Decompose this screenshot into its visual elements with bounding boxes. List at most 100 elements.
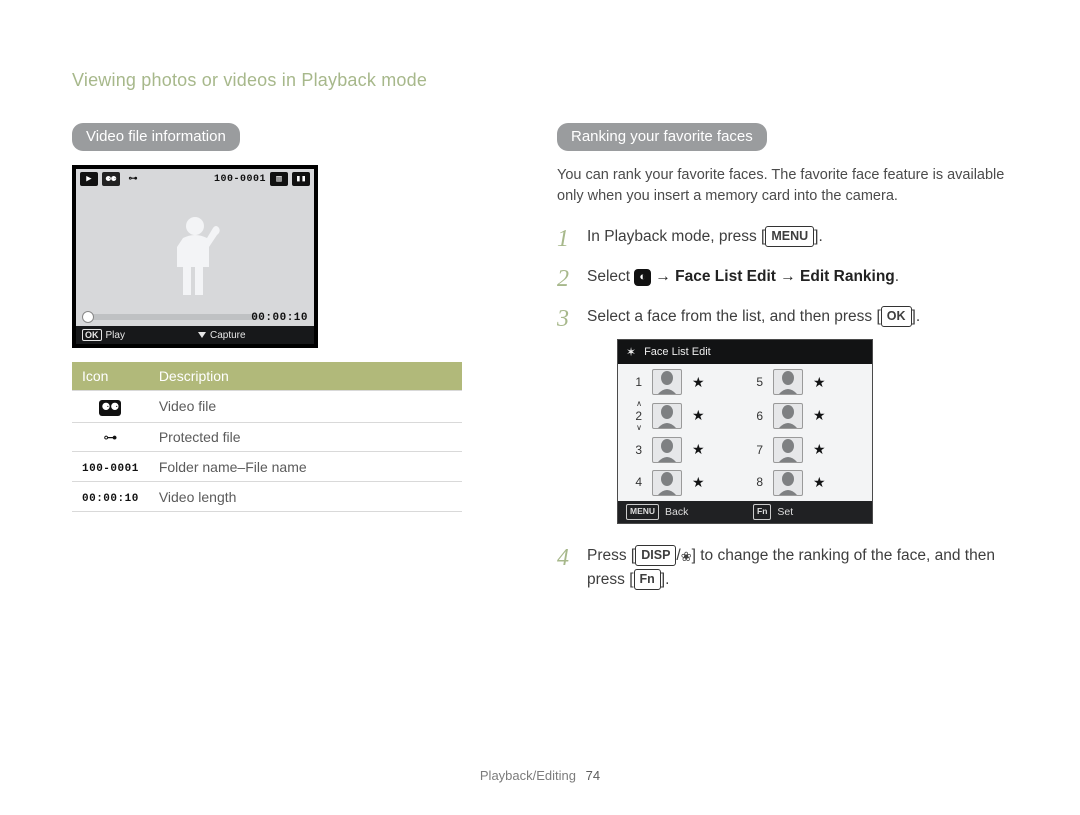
- table-head-icon: Icon: [72, 362, 149, 391]
- play-mode-icon: ▶: [80, 172, 98, 186]
- table-head-desc: Description: [149, 362, 462, 391]
- video-thumbnail-figure: [165, 212, 225, 308]
- disp-button-label: DISP: [635, 545, 676, 566]
- memory-card-icon: ▥: [270, 172, 288, 186]
- step-1: In Playback mode, press [MENU].: [557, 225, 1020, 249]
- face-thumbnail: [773, 403, 803, 429]
- ok-button-label: OK: [881, 306, 912, 327]
- step-text: Press [: [587, 547, 635, 564]
- video-duration-label: 00:00:10: [251, 312, 308, 324]
- step-text: ].: [912, 308, 921, 325]
- face-thumbnail: [652, 437, 682, 463]
- face-thumbnail: [652, 470, 682, 496]
- battery-icon: ▮▮: [292, 172, 310, 186]
- folder-file-code: 100-0001: [82, 463, 139, 475]
- face-rank-number: 5: [753, 373, 763, 392]
- capture-action-label: Capture: [210, 330, 246, 341]
- step-bold-path: → Face List Edit → Edit Ranking: [651, 268, 895, 285]
- menu-key-label: MENU: [626, 504, 659, 519]
- face-rank-number: 1: [632, 373, 642, 392]
- face-rank-number: 8: [753, 473, 763, 492]
- step-text: Select: [587, 268, 634, 285]
- step-text: ].: [814, 228, 823, 245]
- lock-icon: ⊶: [124, 172, 142, 186]
- mode-dial-icon: ◐: [634, 269, 651, 286]
- section-pill-right: Ranking your favorite faces: [557, 123, 767, 151]
- steps-list: In Playback mode, press [MENU]. Select ◐…: [557, 225, 1020, 592]
- fn-key-label: Fn: [753, 504, 771, 519]
- face-thumbnail: [773, 470, 803, 496]
- down-triangle-icon: [198, 332, 206, 338]
- face-star-icon: ✶: [626, 343, 636, 362]
- menu-button-label: MENU: [765, 226, 814, 247]
- step-3: Select a face from the list, and then pr…: [557, 305, 1020, 524]
- face-thumbnail: [773, 369, 803, 395]
- table-row: ⚈⚈ Video file: [72, 391, 462, 423]
- lock-icon: ⊶: [99, 429, 121, 445]
- set-label: Set: [777, 504, 793, 520]
- step-4: Press [DISP/❀] to change the ranking of …: [557, 544, 1020, 592]
- star-icon: ★: [813, 439, 826, 461]
- camcorder-icon: ⚈⚈: [99, 400, 121, 416]
- face-thumbnail: [773, 437, 803, 463]
- footer-page-number: 74: [586, 768, 600, 783]
- manual-page: Viewing photos or videos in Playback mod…: [0, 0, 1080, 815]
- icon-description-table: Icon Description ⚈⚈ Video file ⊶ Protect…: [72, 362, 462, 512]
- face-cell: ∧2∨ ★: [624, 399, 745, 434]
- star-icon: ★: [692, 439, 705, 461]
- step-text: Select a face from the list, and then pr…: [587, 308, 881, 325]
- face-thumbnail: [652, 403, 682, 429]
- star-icon: ★: [692, 372, 705, 394]
- face-cell: 7★: [745, 433, 866, 466]
- camcorder-icon: ⚈⚈: [102, 172, 120, 186]
- footer-section: Playback/Editing: [480, 768, 576, 783]
- face-rank-number: 3: [632, 441, 642, 460]
- ok-key-label: OK: [82, 329, 102, 341]
- table-desc: Folder name–File name: [149, 452, 462, 482]
- step-text: .: [895, 268, 899, 285]
- video-lcd-preview: ▶ ⚈⚈ ⊶ 100-0001 ▥ ▮▮: [72, 165, 318, 348]
- star-icon: ★: [692, 405, 705, 427]
- table-row: 00:00:10 Video length: [72, 482, 462, 512]
- section-intro: You can rank your favorite faces. The fa…: [557, 165, 1020, 207]
- table-desc: Video file: [149, 391, 462, 423]
- left-column: Video file information ▶ ⚈⚈ ⊶ 100-0001 ▥…: [72, 123, 462, 608]
- progress-knob: [82, 311, 94, 323]
- face-cell: 6★: [745, 399, 866, 434]
- page-footer: Playback/Editing 74: [0, 768, 1080, 783]
- star-icon: ★: [813, 372, 826, 394]
- face-list-title: Face List Edit: [644, 344, 711, 361]
- face-list-lcd: ✶ Face List Edit 1★5★∧2∨★6★3★7★4★8★ MENU…: [617, 339, 873, 524]
- face-thumbnail: [652, 369, 682, 395]
- table-row: 100-0001 Folder name–File name: [72, 452, 462, 482]
- table-desc: Protected file: [149, 422, 462, 452]
- face-cell: 3★: [624, 433, 745, 466]
- fn-button-label: Fn: [634, 569, 661, 590]
- step-2: Select ◐ → Face List Edit → Edit Ranking…: [557, 265, 1020, 289]
- step-text: In Playback mode, press [: [587, 228, 765, 245]
- face-cell: 5★: [745, 366, 866, 399]
- file-code-label: 100-0001: [214, 174, 266, 185]
- section-pill-left: Video file information: [72, 123, 240, 151]
- face-rank-number: ∧2∨: [632, 401, 642, 432]
- step-text: ].: [661, 571, 670, 588]
- face-cell: 8★: [745, 466, 866, 499]
- two-column-layout: Video file information ▶ ⚈⚈ ⊶ 100-0001 ▥…: [72, 123, 1020, 608]
- table-row: ⊶ Protected file: [72, 422, 462, 452]
- back-label: Back: [665, 504, 688, 520]
- face-rank-number: 7: [753, 441, 763, 460]
- face-cell: 1★: [624, 366, 745, 399]
- star-icon: ★: [813, 405, 826, 427]
- video-length-code: 00:00:10: [82, 493, 139, 505]
- video-progress-bar: [82, 314, 260, 320]
- face-rank-number: 6: [753, 407, 763, 426]
- face-rank-number: 4: [632, 473, 642, 492]
- right-column: Ranking your favorite faces You can rank…: [557, 123, 1020, 608]
- star-icon: ★: [692, 472, 705, 494]
- play-action-label: Play: [106, 330, 125, 341]
- macro-flower-icon: ❀: [681, 549, 692, 564]
- table-desc: Video length: [149, 482, 462, 512]
- breadcrumb: Viewing photos or videos in Playback mod…: [72, 70, 1020, 91]
- face-cell: 4★: [624, 466, 745, 499]
- star-icon: ★: [813, 472, 826, 494]
